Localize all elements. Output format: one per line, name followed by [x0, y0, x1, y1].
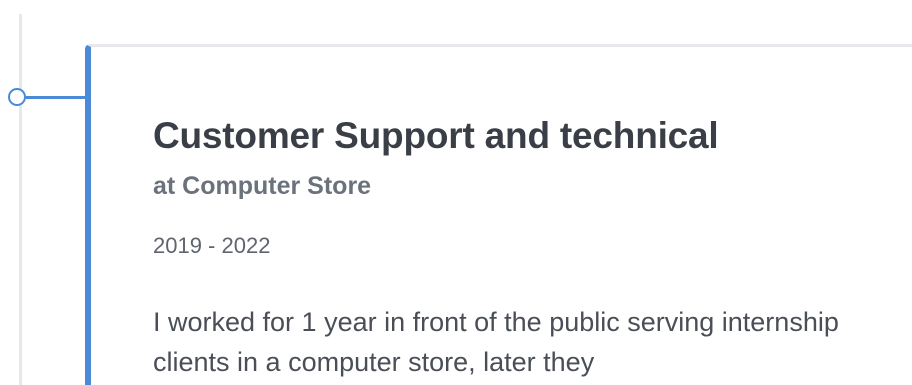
job-description: I worked for 1 year in front of the publ… [153, 307, 839, 377]
experience-card: Customer Support and technical at Comput… [85, 44, 912, 385]
timeline-line [19, 14, 22, 385]
job-title: Customer Support and technical [153, 115, 719, 156]
timeline-connector [26, 96, 86, 99]
experience-timeline: Customer Support and technical at Comput… [0, 0, 912, 385]
company-name: at Computer Store [153, 172, 372, 200]
timeline-dot [8, 88, 26, 106]
employment-dates: 2019 - 2022 [153, 233, 271, 258]
